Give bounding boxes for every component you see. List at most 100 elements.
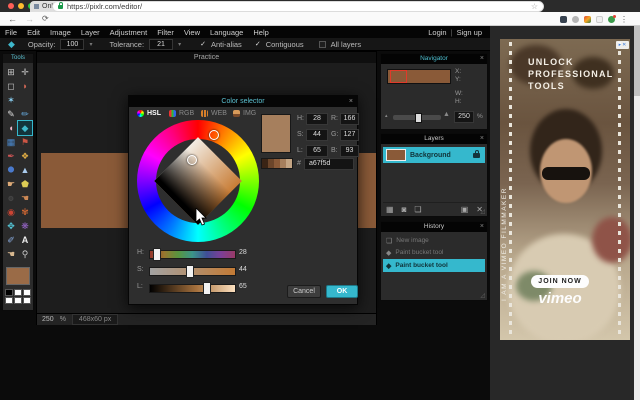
tab-rgb[interactable]: RGB — [169, 110, 194, 117]
navigator-thumbnail[interactable] — [387, 69, 451, 84]
swatch-white[interactable] — [14, 297, 22, 304]
swatch-white[interactable] — [23, 297, 31, 304]
new-layer-icon[interactable]: ▣ — [461, 205, 469, 214]
signup-link[interactable]: Sign up — [457, 28, 482, 37]
layers-close-icon[interactable]: × — [480, 134, 484, 144]
hue-slider[interactable] — [149, 250, 236, 259]
tab-img[interactable]: IMG — [233, 110, 256, 117]
g-value-field[interactable]: 127 — [340, 129, 359, 141]
sl-marker[interactable] — [187, 155, 197, 165]
history-header[interactable]: History × — [381, 222, 487, 232]
bloat-tool[interactable]: ✥ — [4, 219, 18, 233]
hue-marker[interactable] — [209, 130, 219, 140]
b-value-field[interactable]: 93 — [340, 145, 359, 157]
adchoices-close-icon[interactable]: ✕ — [622, 42, 626, 48]
layer-group-icon[interactable]: ❏ — [414, 205, 421, 214]
menu-image[interactable]: Image — [45, 28, 76, 37]
back-icon[interactable]: ← — [8, 14, 17, 24]
contiguous-label[interactable]: Contiguous — [266, 40, 304, 49]
menu-language[interactable]: Language — [205, 28, 248, 37]
heal-tool[interactable]: ✾ — [18, 205, 32, 219]
layers-header[interactable]: Layers × — [381, 134, 487, 144]
marquee-tool[interactable]: ◻ — [4, 79, 18, 93]
hue-slider-handle[interactable] — [153, 248, 161, 261]
swatch-white[interactable] — [14, 289, 22, 296]
move-tool[interactable]: ✛ — [18, 65, 32, 79]
colorpicker-tool[interactable]: ✐ — [4, 233, 18, 247]
blur-tool[interactable]: ⬤ — [4, 163, 18, 177]
pencil-tool[interactable]: ✎ — [4, 107, 18, 121]
swatch-white[interactable] — [23, 289, 31, 296]
zoom-out-mountain-icon[interactable]: ▴ — [385, 113, 388, 119]
l-value-field[interactable]: 65 — [306, 145, 328, 157]
url-field[interactable]: https://pixlr.com/editor/ ☆ — [52, 1, 544, 12]
adchoices-icon[interactable]: ▸ ✕ — [616, 41, 629, 49]
layer-row-background[interactable]: Background — [383, 147, 485, 163]
navigator-viewport-box[interactable] — [390, 70, 407, 83]
foreground-color-swatch[interactable] — [6, 267, 30, 285]
antialias-label[interactable]: Anti-alias — [211, 40, 242, 49]
dialog-close-icon[interactable]: × — [349, 96, 353, 107]
menu-adjustment[interactable]: Adjustment — [105, 28, 153, 37]
adblock-extension-icon[interactable] — [608, 16, 615, 23]
navigator-zoom-slider[interactable] — [393, 115, 441, 120]
contiguous-check-icon[interactable]: ✓ — [255, 40, 261, 48]
login-link[interactable]: Login — [428, 28, 446, 37]
shade-strip[interactable] — [261, 158, 293, 169]
saturation-slider[interactable] — [149, 267, 236, 276]
navigator-header[interactable]: Navigator × — [381, 54, 487, 64]
tolerance-value[interactable]: 21 — [149, 39, 173, 50]
all-layers-label[interactable]: All layers — [331, 40, 361, 49]
sponge-tool[interactable]: ⬟ — [18, 177, 32, 191]
dialog-titlebar[interactable]: Color selector × — [129, 96, 357, 107]
navigator-close-icon[interactable]: × — [480, 54, 484, 64]
sharpen-tool[interactable]: ▲ — [18, 163, 32, 177]
cancel-button[interactable]: Cancel — [287, 285, 321, 298]
lightness-slider-handle[interactable] — [203, 282, 211, 295]
bookmark-star-icon[interactable]: ☆ — [531, 2, 538, 11]
tab-hsl[interactable]: HSL — [137, 110, 161, 117]
type-tool[interactable]: A — [18, 233, 32, 247]
scrollbar-thumb[interactable] — [634, 26, 640, 96]
paint-bucket-tool[interactable]: ◆ — [18, 121, 32, 135]
hex-value-field[interactable]: a67f5d — [304, 158, 354, 170]
h-value-field[interactable]: 28 — [306, 113, 328, 125]
color-replace-tool[interactable]: ✒ — [4, 149, 18, 163]
mac-close-button[interactable] — [8, 3, 14, 9]
wand-tool[interactable]: ✶ — [4, 93, 18, 107]
history-item-paint-bucket-active[interactable]: ◆ Paint bucket tool — [383, 259, 485, 272]
light-extension-icon[interactable] — [596, 16, 603, 23]
drawing-tool[interactable]: ❖ — [18, 149, 32, 163]
dodge-tool[interactable]: ● — [4, 191, 18, 205]
saturation-slider-handle[interactable] — [186, 265, 194, 278]
opacity-dropdown-icon[interactable]: ▾ — [89, 41, 92, 48]
eraser-tool[interactable]: ◖ — [4, 121, 18, 135]
reload-icon[interactable]: ⟳ — [42, 14, 49, 23]
menu-filter[interactable]: Filter — [152, 28, 179, 37]
layer-mask-icon[interactable]: ◙ — [402, 205, 407, 214]
swatch-white[interactable] — [5, 297, 13, 304]
pocket-extension-icon[interactable] — [560, 16, 567, 23]
join-now-button[interactable]: JOIN NOW — [531, 275, 589, 288]
all-layers-checkbox[interactable] — [319, 41, 326, 48]
history-item-paint-bucket[interactable]: ◆ Paint bucket tool — [383, 247, 485, 258]
crop-tool[interactable]: ⊞ — [4, 65, 18, 79]
menu-edit[interactable]: Edit — [22, 28, 45, 37]
menu-layer[interactable]: Layer — [76, 28, 105, 37]
chrome-menu-icon[interactable]: ⋮ — [620, 15, 628, 24]
ok-button[interactable]: OK — [326, 285, 358, 298]
zoom-in-mountain-icon[interactable]: ▲ — [443, 111, 450, 118]
zoom-tool[interactable]: ⚲ — [18, 247, 32, 261]
gradient-tool[interactable]: ▦ — [4, 135, 18, 149]
layer-lock-icon[interactable] — [473, 153, 480, 158]
vimeo-ad[interactable]: ▸ ✕ UNLOCK PROFESSIONAL TOOLS I AM A VIM… — [500, 39, 630, 340]
history-resize-grip[interactable]: ◿ — [480, 292, 485, 299]
burn-tool[interactable]: ☚ — [18, 191, 32, 205]
lightness-slider[interactable] — [149, 284, 236, 293]
swatch-black[interactable] — [5, 289, 13, 296]
navigator-zoom-value[interactable]: 250 — [454, 111, 474, 123]
layers-resize-grip[interactable]: ◿ — [480, 208, 485, 215]
mac-minimize-button[interactable] — [18, 3, 24, 9]
opacity-value[interactable]: 100 — [60, 39, 84, 50]
layer-styles-icon[interactable]: ▦ — [386, 205, 394, 214]
